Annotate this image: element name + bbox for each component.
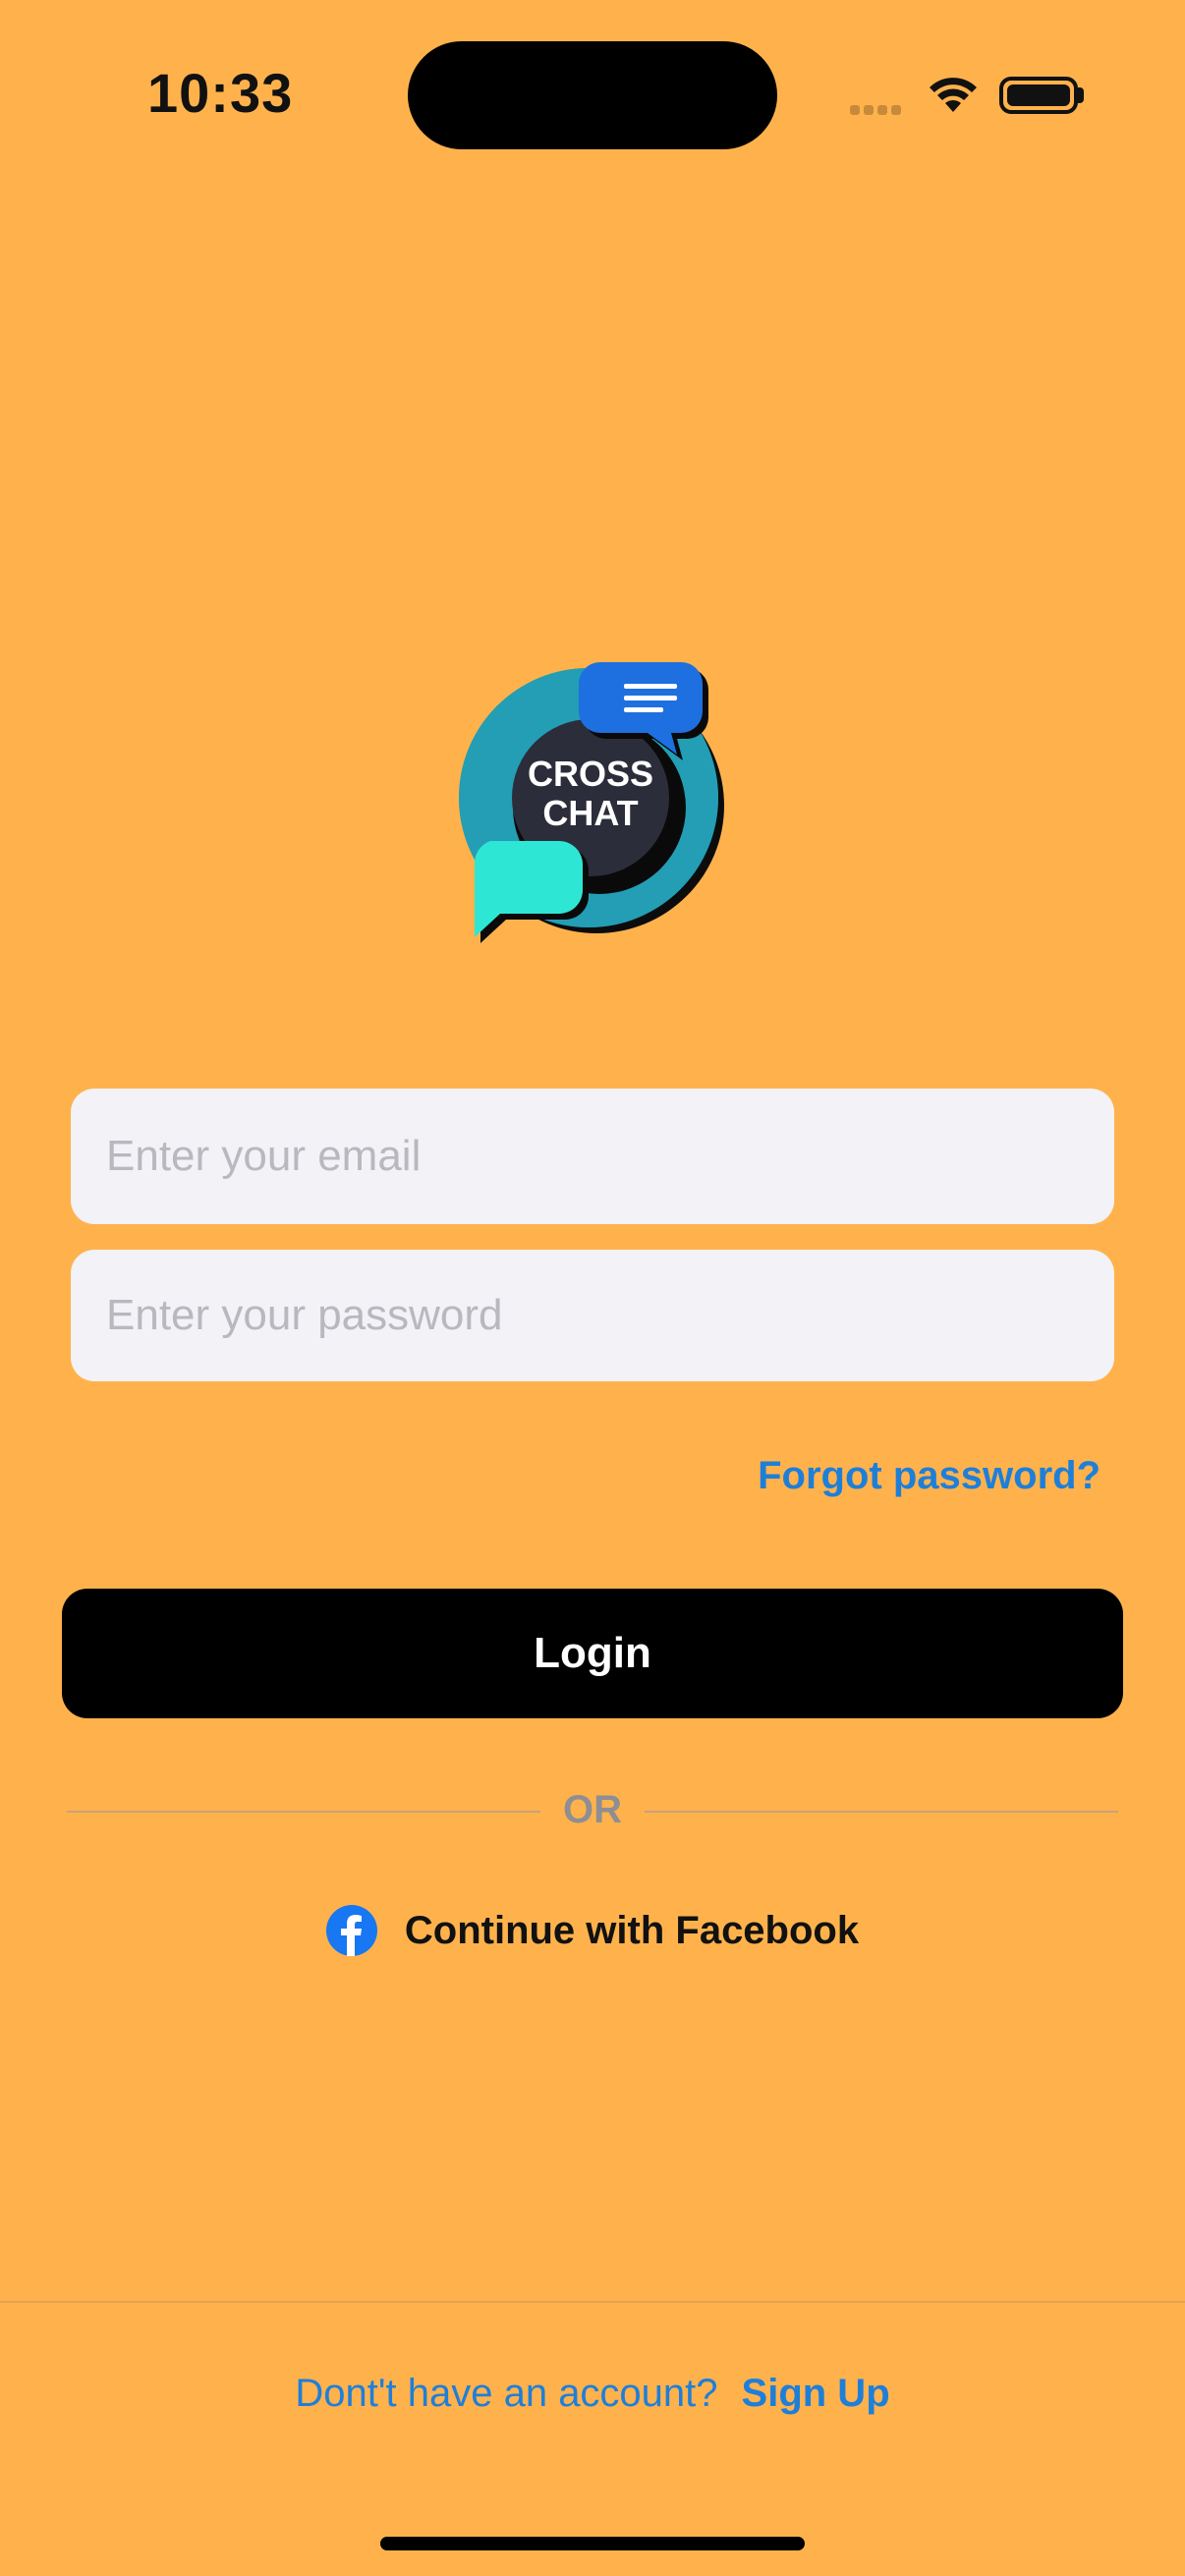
wifi-icon (930, 78, 977, 112)
status-time: 10:33 (147, 62, 294, 124)
password-input[interactable] (71, 1250, 1114, 1381)
or-divider-right (645, 1811, 1118, 1813)
continue-with-facebook-button[interactable]: Continue with Facebook (0, 1896, 1185, 1965)
email-input[interactable] (71, 1089, 1114, 1224)
signup-question: Dont't have an account? (295, 2372, 718, 2415)
cellular-signal-icon (850, 102, 907, 115)
logo-text-line2: CHAT (542, 793, 638, 833)
sign-up-link[interactable]: Sign Up (742, 2372, 890, 2415)
login-button[interactable]: Login (62, 1589, 1123, 1718)
facebook-label: Continue with Facebook (404, 1908, 860, 1952)
home-indicator[interactable] (380, 2537, 805, 2550)
dynamic-island (408, 41, 777, 149)
email-field-container (71, 1089, 1114, 1224)
facebook-icon (325, 1905, 377, 1956)
crosschat-logo: CROSS CHAT (459, 662, 724, 943)
signup-prompt: Dont't have an account? Sign Up (0, 2372, 1185, 2416)
footer-divider (0, 2301, 1185, 2303)
battery-icon (999, 77, 1078, 114)
password-field-container (71, 1250, 1114, 1381)
logo-text-line1: CROSS (528, 754, 653, 794)
battery-cap (1078, 87, 1084, 103)
forgot-password-link[interactable]: Forgot password? (758, 1454, 1100, 1498)
